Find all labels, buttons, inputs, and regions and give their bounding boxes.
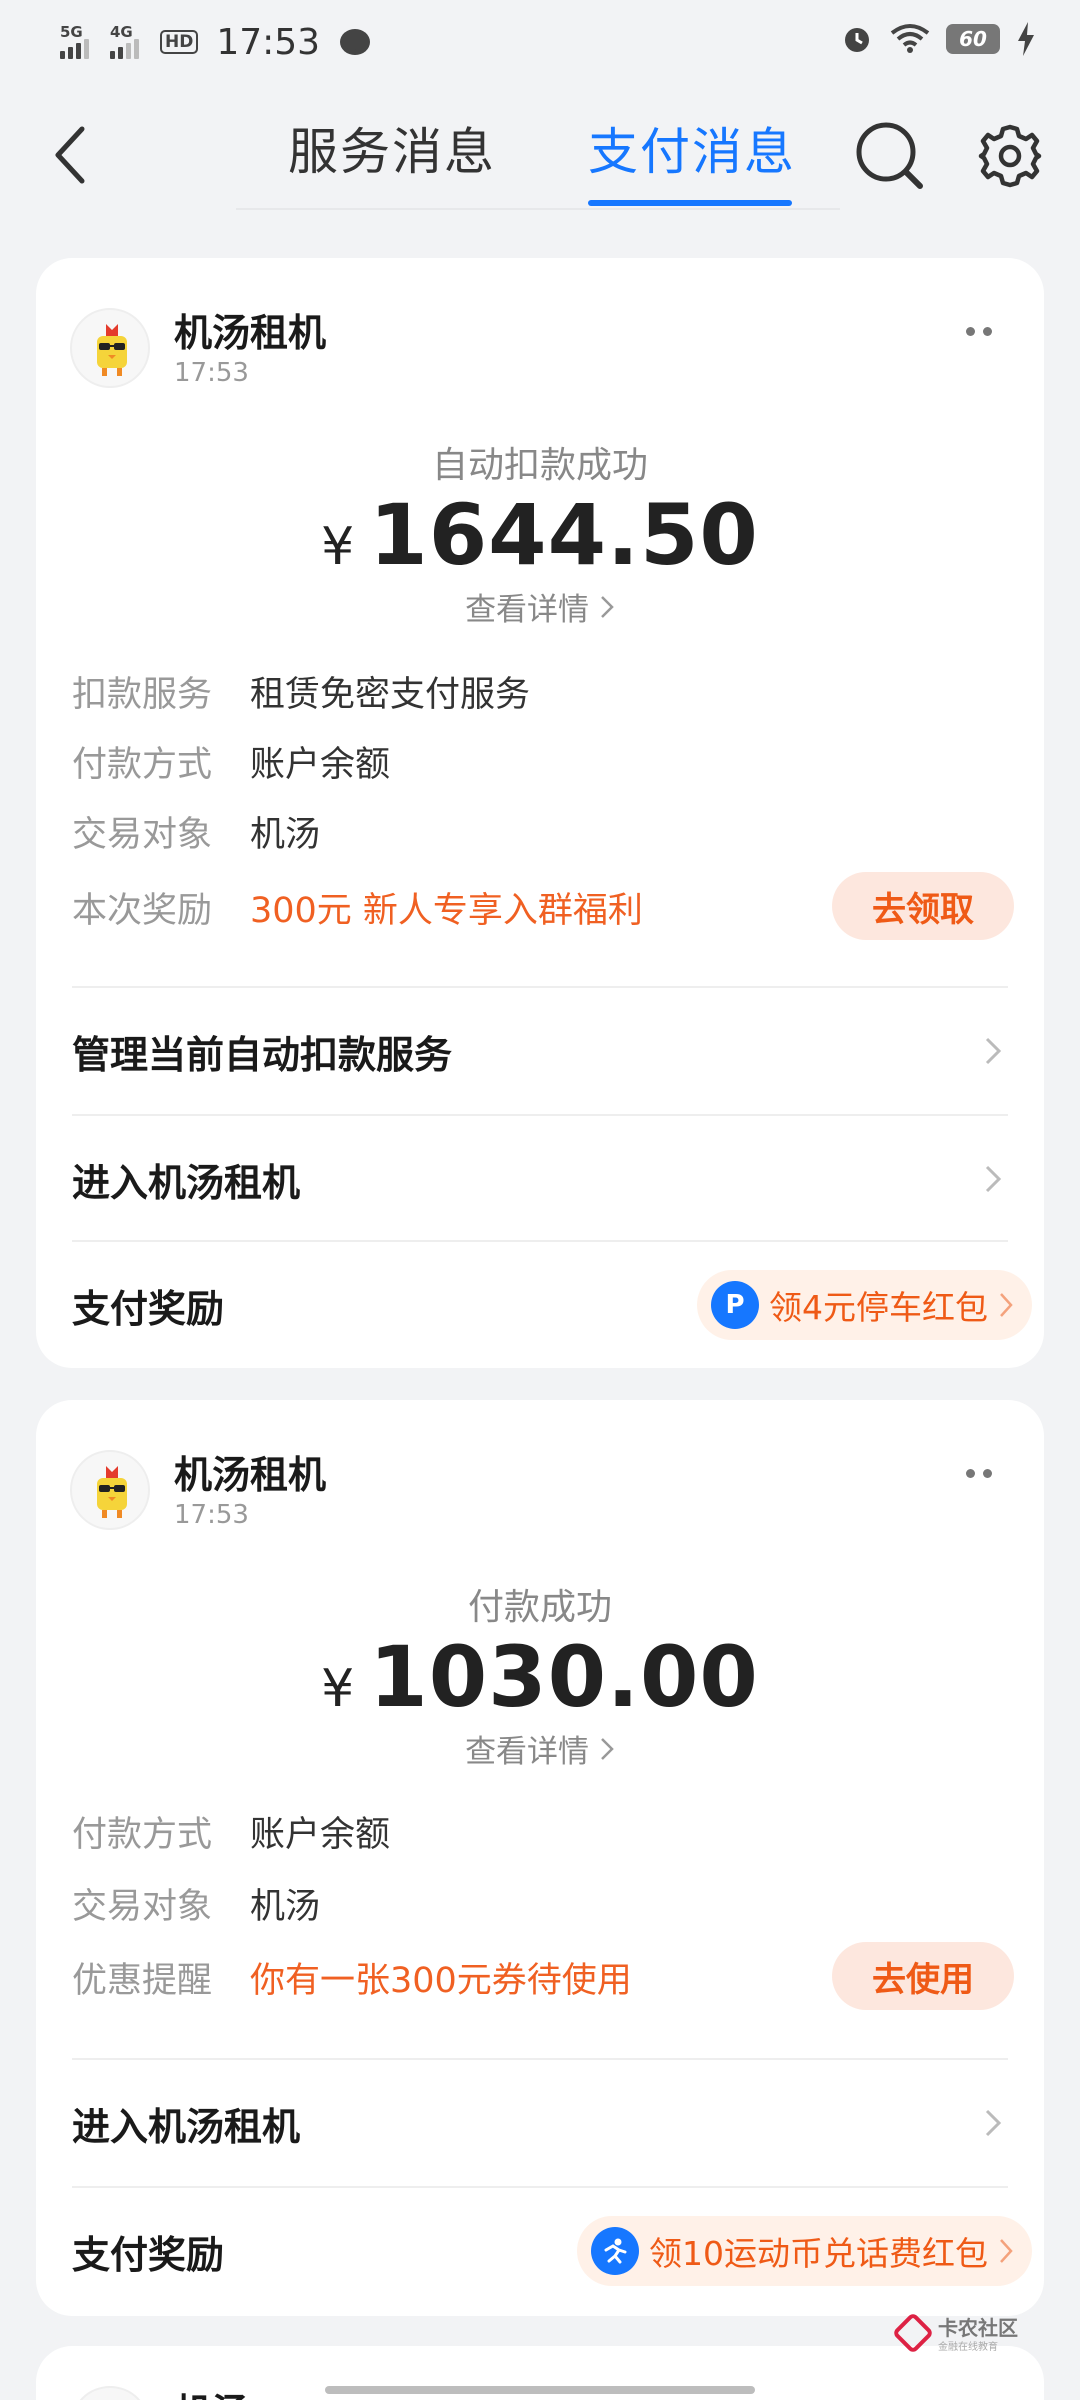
view-details-label: 查看详情 (465, 1734, 590, 1770)
info-row-payment-method: 付款方式 账户余额 (72, 1806, 390, 1856)
chevron-right-icon (601, 596, 614, 618)
chevron-right-icon (985, 1165, 1002, 1193)
info-label: 付款方式 (72, 1814, 213, 1855)
merchant-name: 机汤租机 (174, 311, 327, 355)
info-value: 账户余额 (250, 1814, 391, 1855)
reward-text: 领10运动币兑话费红包 (649, 2234, 988, 2273)
currency-symbol: ¥ (321, 1659, 356, 1719)
more-options-button[interactable] (954, 1458, 1004, 1488)
enter-merchant-row[interactable]: 进入机汤租机 (72, 1116, 1008, 1242)
info-row-counterparty: 交易对象 机汤 (72, 806, 320, 856)
payment-message-card: 机汤租机 17:53 自动扣款成功 ¥1644.50 查看详情 扣款服务 租赁免… (36, 258, 1044, 1368)
watermark-logo: 卡农社区 金融在线教育 (891, 2310, 1018, 2360)
home-indicator[interactable] (325, 2386, 755, 2394)
message-notification-icon (340, 29, 371, 55)
nav-divider (236, 208, 840, 210)
chevron-right-icon (1000, 1293, 1013, 1317)
running-icon (591, 2227, 639, 2275)
link-label: 管理当前自动扣款服务 (72, 1032, 453, 1077)
payment-amount: ¥1030.00 (36, 1628, 1044, 1726)
active-tab-indicator (588, 200, 792, 206)
claim-reward-button[interactable]: 去领取 (832, 872, 1014, 940)
payment-reward-row: 支付奖励 P 领4元停车红包 (72, 1242, 1032, 1368)
chevron-right-icon (601, 1738, 614, 1760)
payment-amount: ¥1644.50 (36, 486, 1044, 584)
enter-merchant-row[interactable]: 进入机汤租机 (72, 2060, 1008, 2186)
watermark-subtext: 金融在线教育 (938, 2342, 998, 2353)
tab-service-messages[interactable]: 服务消息 (288, 112, 496, 184)
merchant-avatar (70, 308, 150, 388)
currency-symbol: ¥ (321, 517, 356, 577)
info-row-coupon-reminder: 优惠提醒 你有一张300元券待使用 (72, 1952, 632, 2002)
message-time: 17:53 (174, 1500, 249, 1530)
payment-status-title: 付款成功 (467, 1587, 612, 1628)
back-button[interactable] (40, 120, 100, 190)
signal-4g-icon: 4G (110, 23, 146, 59)
merchant-name: 机汤租机 (174, 1453, 327, 1497)
message-time: 17:53 (174, 358, 249, 388)
sports-coin-red-packet-button[interactable]: 领10运动币兑话费红包 (577, 2216, 1032, 2286)
info-value: 机汤 (250, 814, 321, 855)
reward-text: 领4元停车红包 (769, 1288, 988, 1327)
top-navigation: 服务消息 支付消息 (0, 90, 1080, 220)
settings-button[interactable] (970, 116, 1050, 196)
search-icon (856, 122, 923, 189)
view-details-label: 查看详情 (465, 592, 590, 628)
info-row-reward: 本次奖励 300元 新人专享入群福利 (72, 882, 643, 932)
merchant-avatar (70, 1450, 150, 1530)
info-value: 你有一张300元券待使用 (250, 1960, 632, 2001)
link-label: 进入机汤租机 (72, 1160, 301, 1205)
payment-message-card: 机汤租机 17:53 付款成功 ¥1030.00 查看详情 付款方式 账户余额 … (36, 1400, 1044, 2316)
amount-value: 1030.00 (369, 1628, 759, 1726)
info-value: 机汤 (250, 1886, 321, 1927)
search-button[interactable] (850, 116, 930, 196)
payment-reward-row: 支付奖励 领10运动币兑话费红包 (72, 2188, 1032, 2314)
info-label: 交易对象 (72, 1886, 213, 1927)
battery-icon: 60 (946, 24, 1000, 54)
info-row-counterparty: 交易对象 机汤 (72, 1878, 320, 1928)
info-row-payment-method: 付款方式 账户余额 (72, 736, 390, 786)
payment-reward-label: 支付奖励 (72, 1286, 225, 1331)
info-label: 优惠提醒 (72, 1960, 213, 2001)
watermark-text: 卡农社区 (938, 2316, 1018, 2340)
signal-5g-icon: 5G (60, 23, 96, 59)
view-details-link[interactable]: 查看详情 (36, 1726, 1044, 1771)
info-label: 付款方式 (72, 744, 213, 785)
wifi-icon (890, 24, 930, 53)
use-coupon-button[interactable]: 去使用 (832, 1942, 1014, 2010)
chevron-right-icon (985, 2109, 1002, 2137)
gear-icon (978, 124, 1042, 188)
alarm-icon (845, 28, 869, 52)
info-label: 扣款服务 (72, 674, 213, 715)
chevron-right-icon (1000, 2239, 1013, 2263)
chevron-left-icon (55, 126, 85, 184)
info-value: 300元 新人专享入群福利 (250, 890, 643, 931)
status-bar: 5G 4G HD 17:53 60 (0, 0, 1080, 84)
parking-red-packet-button[interactable]: P 领4元停车红包 (697, 1270, 1032, 1340)
info-value: 账户余额 (250, 744, 391, 785)
hd-voice-icon: HD (160, 30, 199, 54)
merchant-name: 机汤 (174, 2382, 250, 2400)
chevron-right-icon (985, 1037, 1002, 1065)
tab-payment-messages[interactable]: 支付消息 (588, 112, 796, 184)
amount-value: 1644.50 (369, 486, 759, 584)
merchant-avatar (70, 2386, 150, 2400)
more-options-button[interactable] (954, 316, 1004, 346)
info-row-deduction-service: 扣款服务 租赁免密支付服务 (72, 666, 530, 716)
manage-auto-deduction-row[interactable]: 管理当前自动扣款服务 (72, 988, 1008, 1114)
link-label: 进入机汤租机 (72, 2104, 301, 2149)
info-label: 本次奖励 (72, 890, 213, 931)
info-value: 租赁免密支付服务 (250, 674, 531, 715)
charging-icon (1018, 22, 1034, 56)
view-details-link[interactable]: 查看详情 (36, 584, 1044, 629)
parking-icon: P (711, 1281, 759, 1329)
payment-status-title: 自动扣款成功 (431, 445, 648, 486)
payment-reward-label: 支付奖励 (72, 2232, 225, 2277)
status-time: 17:53 (216, 21, 321, 63)
info-label: 交易对象 (72, 814, 213, 855)
